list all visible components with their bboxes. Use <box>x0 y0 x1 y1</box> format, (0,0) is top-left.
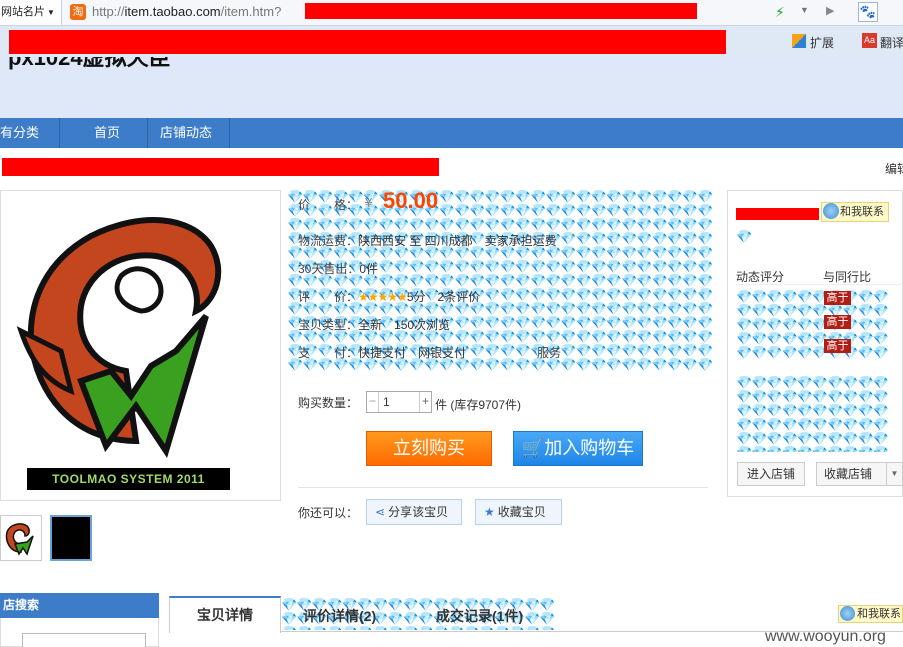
edit-link[interactable]: 编辑 <box>885 160 903 177</box>
cart-icon: 🛒 <box>521 438 545 458</box>
stock-text: 件 (库存9707件) <box>435 398 522 412</box>
shipping-value[interactable]: 陕西西安 至 四川成都 卖家承担运费 <box>358 234 557 248</box>
shop-search-input[interactable] <box>22 633 146 647</box>
favorite-item-button[interactable]: ★ 收藏宝贝 <box>475 499 562 525</box>
contact-face-icon <box>840 606 855 621</box>
product-price: 50.00 <box>383 188 439 213</box>
nav-all-categories[interactable]: 有分类 ▼ <box>0 118 60 170</box>
divider <box>298 487 708 488</box>
add-to-cart-button[interactable]: 🛒加入购物车 <box>513 431 643 466</box>
translate-label[interactable]: 翻译 <box>880 34 903 51</box>
tab-reviews[interactable]: 评价详情(2) <box>303 606 376 626</box>
seller-panel <box>727 190 903 497</box>
thumbnail-logo-image <box>5 523 34 556</box>
quantity-input[interactable]: 1 <box>380 392 418 412</box>
nav-label: 有分类 <box>0 125 40 140</box>
rating-divider <box>736 284 903 285</box>
toolmao-logo-image <box>16 217 222 458</box>
url-redaction <box>305 3 697 19</box>
quantity-plus-button[interactable]: + <box>419 392 431 412</box>
higher-badge: 高于 <box>824 315 851 329</box>
toolbar-redaction <box>9 30 726 54</box>
translate-icon[interactable]: Aa <box>862 33 877 48</box>
type-label: 宝贝类型： <box>298 318 359 332</box>
chevron-down-icon[interactable]: ▼ <box>886 463 902 485</box>
logo-caption: TOOLMAO SYSTEM 2011 <box>27 468 230 490</box>
payment-value[interactable]: 快捷支付 网银支付 <box>358 346 466 360</box>
quantity-label: 购买数量： <box>298 396 359 410</box>
paw-icon[interactable]: 🐾 <box>858 2 878 22</box>
rating-row: 评 价：★★★★★5分 2条评价 <box>298 288 480 305</box>
quantity-minus-button[interactable]: − <box>367 392 379 412</box>
payment-row: 支 付：快捷支付 网银支付 <box>298 344 466 361</box>
sold-value: 0件 <box>359 262 379 276</box>
shipping-label: 物流运费： <box>298 234 359 248</box>
payment-label: 支 付： <box>298 346 359 360</box>
site-card-button[interactable]: 网站名片 ▼ <box>0 0 62 25</box>
dropdown-icon[interactable]: ▼ <box>800 5 809 15</box>
tab-transactions[interactable]: 成交记录(1件) <box>436 606 523 626</box>
favorite-shop-button[interactable]: 收藏店铺 ▼ <box>816 462 903 486</box>
favorite-label: 收藏宝贝 <box>497 505 546 519</box>
extension-icon[interactable] <box>792 34 806 48</box>
url-path: /item.htm? <box>220 4 282 19</box>
tab-item-details[interactable]: 宝贝详情 <box>169 596 281 633</box>
higher-badge: 高于 <box>824 339 851 353</box>
shipping-row: 物流运费：陕西西安 至 四川成都 卖家承担运费 <box>298 232 557 249</box>
enter-shop-button[interactable]: 进入店铺 <box>737 462 805 486</box>
rating-label: 评 价： <box>298 290 359 304</box>
shop-search-header: 店搜索 <box>0 593 159 618</box>
url-prefix: http:// <box>92 4 125 19</box>
buy-now-button[interactable]: 立刻购买 <box>366 431 492 466</box>
price-label: 价 格： <box>298 198 359 212</box>
contact-face-icon <box>823 203 839 219</box>
type-value: 全新 150次浏览 <box>358 318 451 332</box>
type-row: 宝贝类型：全新 150次浏览 <box>298 316 450 333</box>
share-label: 分享该宝贝 <box>388 505 449 519</box>
compare-header: 与同行比 <box>823 270 872 284</box>
rating-stars-icon: ★★★★★ <box>358 290 408 304</box>
extension-label[interactable]: 扩展 <box>810 34 834 51</box>
seller-name-redaction <box>736 208 819 220</box>
site-card-label: 网站名片 <box>1 6 45 18</box>
rating-value[interactable]: 5分 2条评价 <box>407 290 480 304</box>
product-title-redaction <box>2 158 439 176</box>
product-main-image[interactable] <box>0 190 281 501</box>
chevron-down-icon: ▼ <box>47 8 55 17</box>
service-label[interactable]: 服务 <box>537 344 561 361</box>
rating-header: 动态评分 <box>736 270 785 284</box>
nav-home[interactable]: 首页 <box>82 118 148 148</box>
nav-shop-updates[interactable]: 店铺动态 <box>148 118 230 148</box>
price-symbol: ¥ <box>365 195 373 210</box>
also-can-label: 你还可以： <box>298 506 359 520</box>
shop-nav: 有分类 ▼ 首页 店铺动态 <box>0 118 903 170</box>
thumbnail-1[interactable] <box>0 515 42 561</box>
favorite-shop-label: 收藏店铺 <box>824 467 873 481</box>
add-cart-label: 加入购物车 <box>544 438 635 458</box>
url-domain: item.taobao.com <box>124 4 221 19</box>
share-icon: ⋖ <box>375 505 386 519</box>
sold-row: 30天售出：0件 <box>298 260 378 277</box>
play-icon[interactable]: ▶ <box>826 4 834 17</box>
sold-label: 30天售出： <box>298 262 360 276</box>
higher-badge: 高于 <box>824 291 851 305</box>
share-button[interactable]: ⋖ 分享该宝贝 <box>366 499 462 525</box>
thumbnail-2[interactable] <box>50 515 92 561</box>
watermark: www.wooyun.org <box>765 628 886 645</box>
bolt-icon[interactable]: ⚡ <box>775 4 785 21</box>
taobao-favicon-icon: 淘 <box>70 4 86 20</box>
star-icon: ★ <box>484 505 495 519</box>
url-field[interactable]: http://item.taobao.com/item.htm? <box>92 3 281 21</box>
